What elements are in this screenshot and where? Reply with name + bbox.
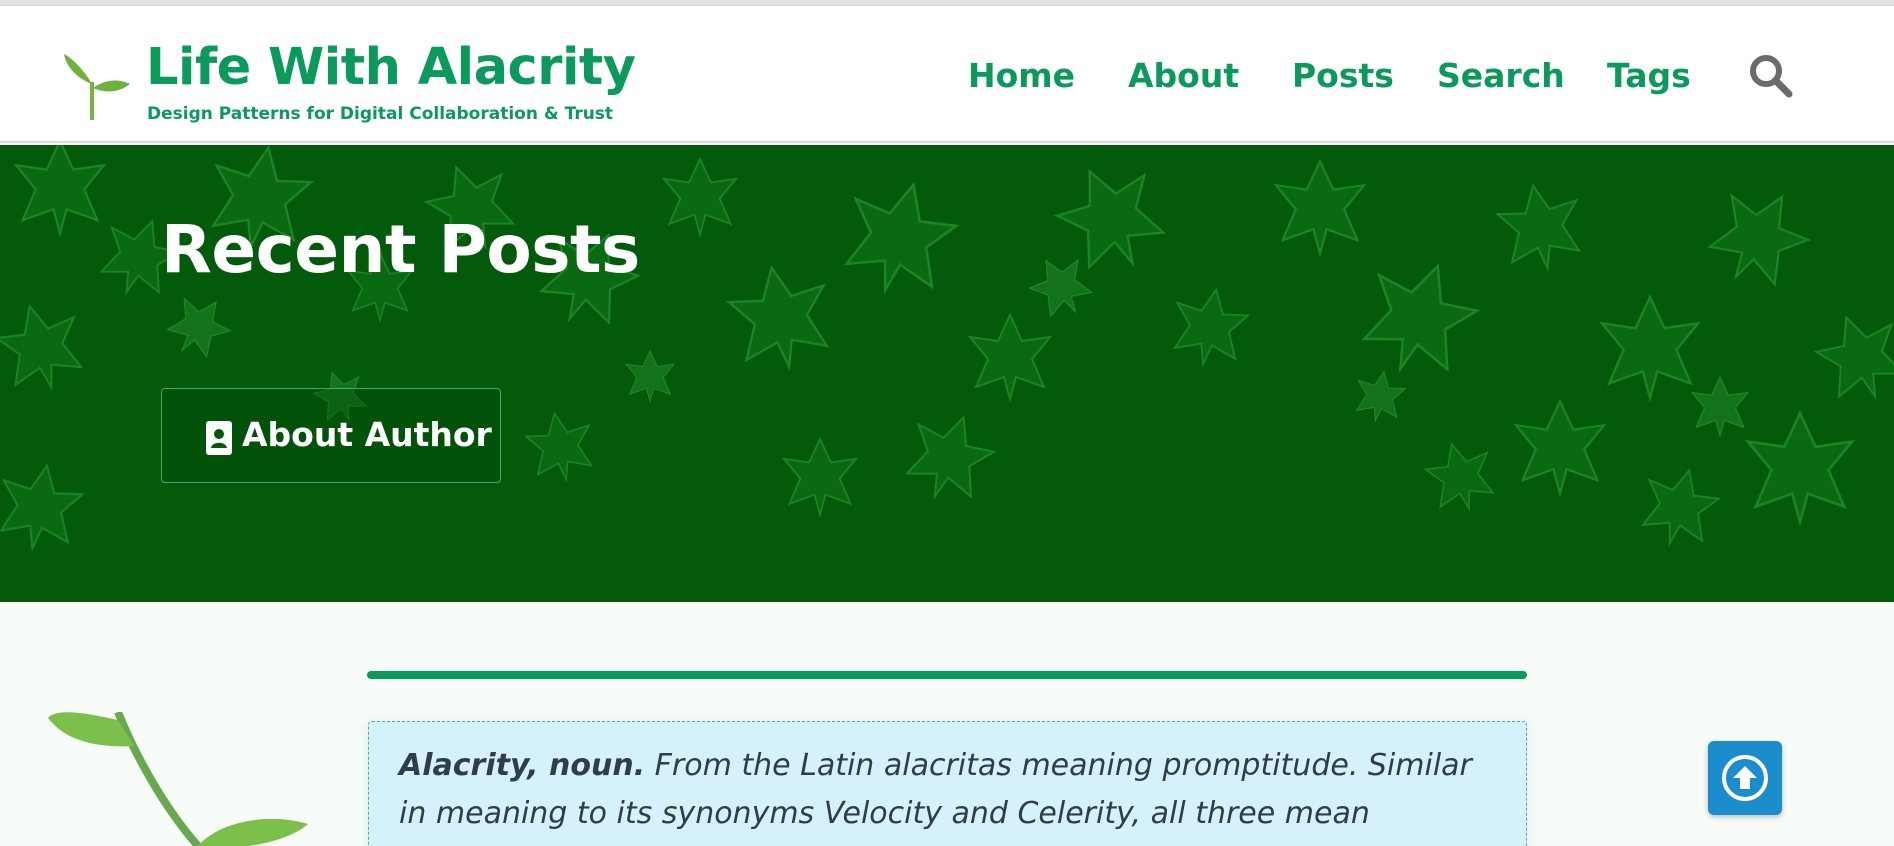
nav-tags[interactable]: Tags — [1607, 56, 1691, 95]
contact-card-icon — [206, 421, 232, 455]
scroll-to-top-button[interactable] — [1708, 741, 1782, 815]
definition-callout: Alacrity, noun. From the Latin alacritas… — [368, 721, 1527, 846]
nav-home[interactable]: Home — [968, 56, 1075, 95]
arrow-up-circle-icon — [1722, 755, 1768, 801]
nav-search[interactable]: Search — [1437, 56, 1565, 95]
hero-banner: Recent Posts About Author — [0, 145, 1894, 602]
definition-text: Alacrity, noun. From the Latin alacritas… — [399, 742, 1499, 846]
about-author-label: About Author — [242, 415, 492, 454]
about-author-button[interactable]: About Author — [161, 388, 501, 483]
search-button[interactable] — [1748, 53, 1794, 99]
definition-term: Alacrity, noun. — [399, 748, 646, 783]
main-content: Alacrity, noun. From the Latin alacritas… — [0, 602, 1894, 846]
nav-about[interactable]: About — [1128, 56, 1239, 95]
nav-posts[interactable]: Posts — [1292, 56, 1394, 95]
site-tagline: Design Patterns for Digital Collaboratio… — [147, 104, 614, 124]
site-header: Life With Alacrity Design Patterns for D… — [0, 6, 1894, 143]
sprout-illustration — [48, 712, 308, 846]
section-divider — [367, 671, 1527, 679]
site-title: Life With Alacrity — [146, 38, 636, 97]
magnifier-icon — [1750, 55, 1793, 98]
sprout-icon — [64, 54, 130, 120]
page-title: Recent Posts — [161, 211, 640, 288]
